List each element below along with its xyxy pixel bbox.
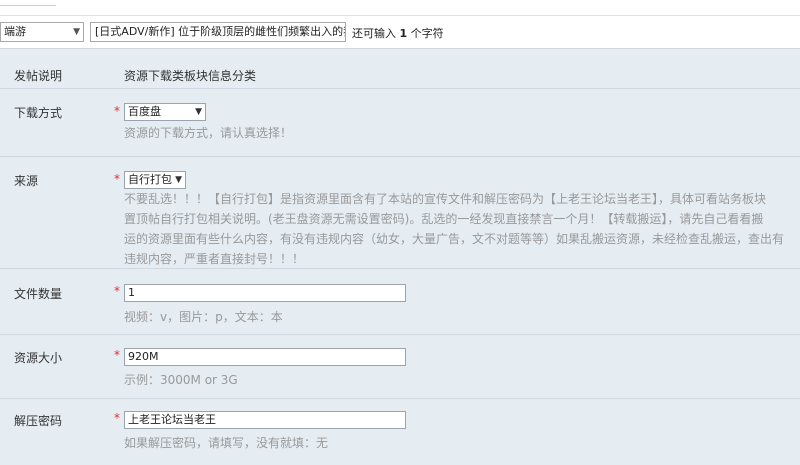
title-remaining-count: 还可输入 1 个字符 (352, 25, 444, 41)
download-method-value: 百度盘 (128, 105, 161, 118)
download-method-tip: 资源的下载方式，请认真选择！ (124, 126, 293, 140)
required-mark: * (114, 104, 120, 118)
thread-type-select[interactable]: 端游 ▼ (0, 22, 84, 42)
source-tip-line: 不要乱选！！！【自行打包】是指资源里面含有了本站的宣传文件和解压密码为【上老王论… (124, 192, 767, 206)
chevron-down-icon: ▼ (195, 107, 202, 117)
form-row-resource-size: 资源大小 * 920M 示例：3000M or 3G (0, 335, 800, 399)
password-label: 解压密码 (14, 414, 63, 428)
source-tip-line: 运的资源里面有些什么内容，有没有违规内容（幼女，大量广告，文不对题等等）如果乱搬… (124, 232, 785, 246)
form-row-source: 来源 * 自行打包 ▼ 不要乱选！！！【自行打包】是指资源里面含有了本站的宣传文… (0, 157, 800, 269)
thread-title-input[interactable]: [日式ADV/新作] 位于阶级顶层的雌性们频繁出入的我AD (90, 22, 346, 42)
title-row: 端游 ▼ [日式ADV/新作] 位于阶级顶层的雌性们频繁出入的我AD 还可输入 … (0, 18, 800, 46)
download-method-select[interactable]: 百度盘 ▼ (124, 103, 206, 121)
intro-label: 发帖说明 (14, 69, 63, 83)
source-tip-line: 违规内容，严重者直接封号！！！ (124, 252, 305, 266)
resource-size-tip: 示例：3000M or 3G (124, 373, 238, 387)
file-count-label: 文件数量 (14, 287, 63, 301)
file-count-input[interactable]: 1 (124, 284, 406, 302)
resource-info-form: 发帖说明 资源下载类板块信息分类 下载方式 * 百度盘 ▼ 资源的下载方式，请认… (0, 48, 800, 465)
source-tip-line: 置顶帖自行打包相关说明。(老王盘资源无需设置密码)。乱选的一经发现直接禁言一个月… (124, 212, 764, 226)
top-tab-strip (0, 0, 800, 16)
intro-text: 资源下载类板块信息分类 (124, 69, 257, 83)
form-row-download-method: 下载方式 * 百度盘 ▼ 资源的下载方式，请认真选择！ (0, 89, 800, 157)
source-label: 来源 (14, 174, 39, 188)
download-method-label: 下载方式 (14, 106, 63, 120)
source-value: 自行打包 (128, 173, 172, 186)
form-row-intro: 发帖说明 资源下载类板块信息分类 (0, 49, 800, 89)
thread-type-value: 端游 (4, 25, 26, 38)
required-mark: * (114, 348, 120, 362)
required-mark: * (114, 172, 120, 186)
tab-edge (0, 0, 56, 6)
password-tip: 如果解压密码，请填写，没有就填：无 (124, 436, 329, 450)
file-count-tip: 视频：v，图片：p，文本：本 (124, 310, 283, 324)
resource-size-input[interactable]: 920M (124, 348, 406, 366)
chevron-down-icon: ▼ (73, 27, 80, 37)
form-row-password: 解压密码 * 上老王论坛当老王 如果解压密码，请填写，没有就填：无 (0, 399, 800, 465)
remain-suffix: 个字符 (410, 27, 444, 40)
remain-prefix: 还可输入 (352, 27, 396, 40)
chevron-down-icon: ▼ (175, 175, 182, 185)
source-select[interactable]: 自行打包 ▼ (124, 171, 186, 189)
remain-count: 1 (399, 27, 408, 40)
required-mark: * (114, 411, 120, 425)
resource-size-label: 资源大小 (14, 351, 63, 365)
password-input[interactable]: 上老王论坛当老王 (124, 411, 406, 429)
required-mark: * (114, 284, 120, 298)
form-row-file-count: 文件数量 * 1 视频：v，图片：p，文本：本 (0, 269, 800, 335)
